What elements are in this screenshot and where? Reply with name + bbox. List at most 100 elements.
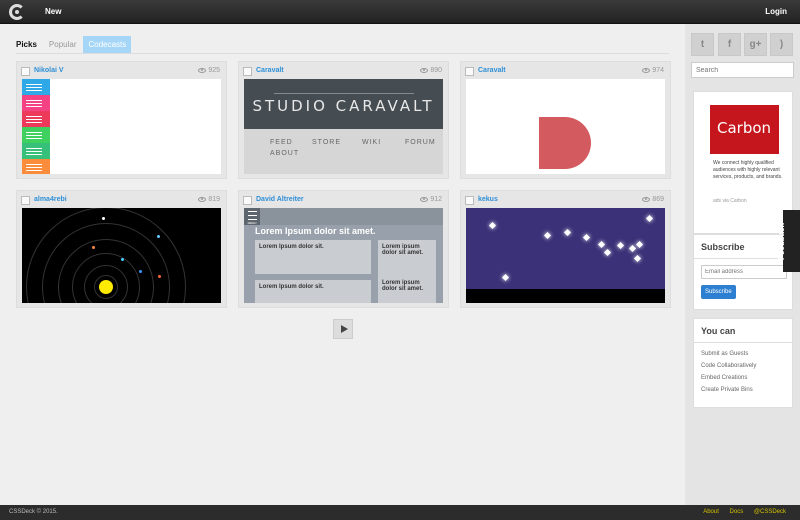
view-count: 912 bbox=[420, 196, 442, 203]
googleplus-icon[interactable]: g+ bbox=[744, 33, 767, 56]
login-link[interactable]: Login bbox=[765, 7, 787, 16]
star bbox=[645, 214, 654, 223]
select-checkbox[interactable] bbox=[21, 196, 30, 205]
planet bbox=[157, 235, 160, 238]
thumbnail[interactable] bbox=[466, 208, 665, 303]
eye-icon bbox=[420, 196, 429, 202]
grass-silhouette bbox=[466, 289, 665, 303]
deck-card: Caravalt 974 bbox=[460, 61, 671, 179]
star bbox=[633, 254, 642, 263]
new-link[interactable]: New bbox=[45, 7, 61, 16]
author-link[interactable]: alma4rebi bbox=[34, 196, 67, 203]
studio-nav-item: WIKI bbox=[362, 139, 382, 146]
star bbox=[635, 240, 644, 249]
view-count: 890 bbox=[420, 67, 442, 74]
studio-header: STUDIO CARAVALT bbox=[244, 79, 443, 129]
star bbox=[603, 248, 612, 257]
eye-icon bbox=[198, 67, 207, 73]
feedback-tab[interactable]: Feedback bbox=[777, 210, 800, 272]
ad-text: We connect highly qualified audiences wi… bbox=[713, 160, 783, 180]
deck-card: kekus 869 bbox=[460, 190, 671, 308]
view-count: 974 bbox=[642, 67, 664, 74]
preview-heading: Lorem Ipsum dolor sit amet. bbox=[255, 226, 376, 236]
tab-picks[interactable]: Picks bbox=[16, 36, 42, 53]
list-item[interactable]: Create Private Bins bbox=[701, 384, 785, 396]
view-count: 869 bbox=[642, 196, 664, 203]
author-link[interactable]: Caravalt bbox=[478, 67, 506, 74]
eye-icon bbox=[642, 196, 651, 202]
menu-icon: MENU bbox=[244, 208, 260, 225]
carbon-logo: Carbon bbox=[710, 105, 779, 154]
play-button[interactable] bbox=[333, 319, 353, 339]
author-link[interactable]: Caravalt bbox=[256, 67, 284, 74]
select-checkbox[interactable] bbox=[243, 196, 252, 205]
view-count-value: 925 bbox=[208, 67, 220, 74]
list-item[interactable]: Embed Creations bbox=[701, 372, 785, 384]
d-shape-preview bbox=[539, 117, 591, 169]
thumbnail[interactable] bbox=[22, 208, 221, 303]
preview-box: Lorem Ipsum dolor sit. bbox=[255, 280, 371, 303]
about-link[interactable]: About bbox=[703, 509, 719, 515]
view-count-value: 869 bbox=[652, 196, 664, 203]
thumbnail[interactable]: STUDIO CARAVALT FEED STORE WIKI FORUM AB… bbox=[244, 79, 443, 174]
preview-box: Lorem ipsum dolor sit amet. Lorem ipsum d… bbox=[378, 240, 436, 303]
eye-icon bbox=[642, 67, 651, 73]
logo-icon[interactable] bbox=[9, 4, 25, 20]
studio-nav-item: ABOUT bbox=[270, 150, 300, 157]
twitter-icon[interactable]: t bbox=[691, 33, 714, 56]
author-link[interactable]: Nikolai V bbox=[34, 67, 64, 74]
list-item[interactable]: Code Collaboratively bbox=[701, 360, 785, 372]
studio-nav-item: FEED bbox=[270, 139, 293, 146]
view-count-value: 912 bbox=[430, 196, 442, 203]
preview-header bbox=[244, 208, 443, 225]
divider bbox=[274, 93, 414, 94]
twitter-handle-link[interactable]: @CSSDeck bbox=[754, 509, 786, 515]
deck-card: Nikolai V 925 bbox=[16, 61, 227, 179]
deck-card: David Altreiter 912 MENU Lorem Ipsum dol… bbox=[238, 190, 449, 308]
deck-card: Caravalt 890 STUDIO CARAVALT FEED STORE … bbox=[238, 61, 449, 179]
tab-bar: Picks Popular Codecasts bbox=[16, 36, 133, 53]
list-item[interactable]: Submit as Guests bbox=[701, 348, 785, 360]
tab-codecasts[interactable]: Codecasts bbox=[83, 36, 132, 53]
star bbox=[543, 231, 552, 240]
copyright: CSSDeck © 2015. bbox=[9, 509, 58, 515]
subscribe-button[interactable]: Subscribe bbox=[701, 285, 736, 299]
view-count-value: 974 bbox=[652, 67, 664, 74]
thumbnail[interactable] bbox=[466, 79, 665, 174]
colored-menu-preview bbox=[22, 79, 50, 174]
top-bar: New Login bbox=[0, 0, 800, 24]
planet bbox=[121, 258, 124, 261]
eye-icon bbox=[198, 196, 207, 202]
select-checkbox[interactable] bbox=[465, 196, 474, 205]
star bbox=[628, 244, 637, 253]
docs-link[interactable]: Docs bbox=[730, 509, 744, 515]
author-link[interactable]: David Altreiter bbox=[256, 196, 304, 203]
select-checkbox[interactable] bbox=[465, 67, 474, 76]
select-checkbox[interactable] bbox=[21, 67, 30, 76]
select-checkbox[interactable] bbox=[243, 67, 252, 76]
ad-box[interactable]: Carbon We connect highly qualified audie… bbox=[693, 91, 793, 234]
author-link[interactable]: kekus bbox=[478, 196, 498, 203]
email-field[interactable] bbox=[701, 265, 787, 279]
thumbnail[interactable]: MENU Lorem Ipsum dolor sit amet. Lorem I… bbox=[244, 208, 443, 303]
star bbox=[582, 233, 591, 242]
search-input[interactable] bbox=[691, 62, 794, 78]
view-count-value: 819 bbox=[208, 196, 220, 203]
planet bbox=[158, 275, 161, 278]
ad-via[interactable]: ads via Carbon bbox=[713, 198, 747, 204]
facebook-icon[interactable]: f bbox=[718, 33, 741, 56]
studio-nav-item: STORE bbox=[312, 139, 341, 146]
planet bbox=[102, 217, 105, 220]
star bbox=[501, 273, 510, 282]
footer-links: About Docs @CSSDeck bbox=[694, 509, 786, 515]
studio-nav-item: FORUM bbox=[405, 139, 436, 146]
rss-icon[interactable]: ) bbox=[770, 33, 793, 56]
you-can-panel: You can Submit as Guests Code Collaborat… bbox=[693, 318, 793, 408]
planet bbox=[92, 246, 95, 249]
thumbnail[interactable] bbox=[22, 79, 221, 174]
footer: CSSDeck © 2015. About Docs @CSSDeck bbox=[0, 505, 800, 520]
tab-popular[interactable]: Popular bbox=[44, 36, 82, 53]
eye-icon bbox=[420, 67, 429, 73]
planet bbox=[139, 270, 142, 273]
you-can-title: You can bbox=[694, 319, 792, 343]
